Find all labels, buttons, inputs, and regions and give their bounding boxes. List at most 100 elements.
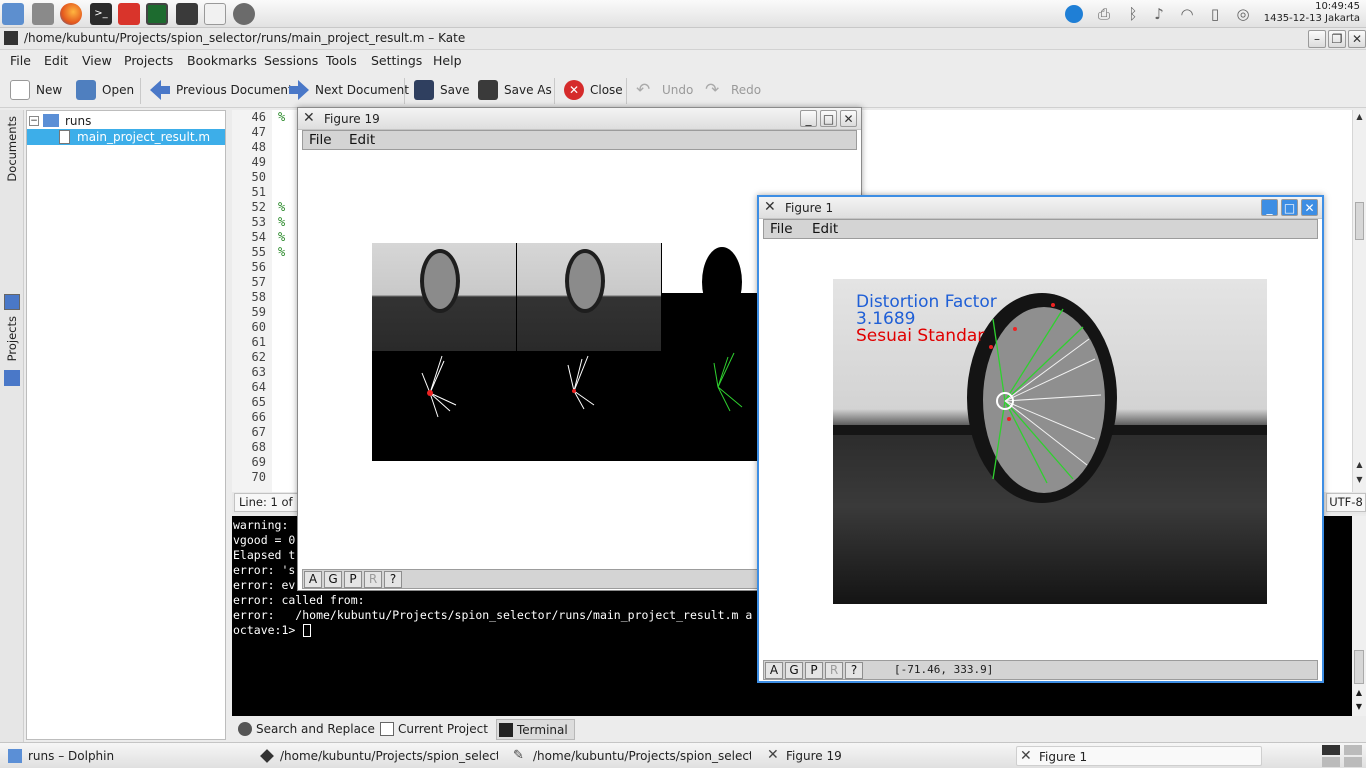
encoding-indicator[interactable]: UTF-8 — [1326, 493, 1366, 512]
menu-sessions[interactable]: Sessions — [264, 53, 318, 68]
menu-help[interactable]: Help — [433, 53, 462, 68]
tab-search-and-replace[interactable]: Search and Replace — [236, 719, 375, 740]
tab-documents[interactable]: Documents — [5, 116, 19, 182]
terminal-scrollbar[interactable]: ▲ ▼ — [1352, 516, 1366, 716]
autoscale-button[interactable]: A — [304, 571, 322, 588]
pager-desktop-4[interactable] — [1344, 757, 1362, 767]
wifi-tray-icon[interactable]: ◠ — [1178, 5, 1196, 23]
terminal-line: Elapsed t — [233, 548, 296, 562]
menu-view[interactable]: View — [82, 53, 112, 68]
volume-tray-icon[interactable]: ♪ — [1150, 5, 1168, 23]
save-button[interactable]: Save — [414, 78, 469, 102]
pager-desktop-1[interactable] — [1322, 745, 1340, 755]
updates-tray-icon[interactable] — [1065, 5, 1083, 23]
figure-1-menu-edit[interactable]: Edit — [812, 221, 838, 237]
octave-launcher-icon[interactable] — [176, 3, 198, 25]
task-figure-1[interactable]: ✕ Figure 1 — [1016, 746, 1262, 766]
menu-settings[interactable]: Settings — [371, 53, 422, 68]
tree-folder-runs[interactable]: − runs — [27, 113, 225, 129]
toolbar-separator — [554, 78, 555, 104]
maximize-button[interactable]: □ — [820, 110, 837, 127]
help-button[interactable]: ? — [384, 571, 402, 588]
undo-button[interactable]: ↶ Undo — [636, 78, 693, 102]
printer-tray-icon[interactable]: ⎙ — [1095, 5, 1113, 23]
terminal-scroll-thumb[interactable] — [1354, 650, 1364, 684]
terminal-launcher-icon[interactable]: >_ — [90, 3, 112, 25]
tab-projects[interactable]: Projects — [5, 316, 19, 361]
figure-1-titlebar[interactable]: ✕ Figure 1 _ □ ✕ — [759, 197, 1322, 219]
menu-projects[interactable]: Projects — [124, 53, 173, 68]
maximize-button[interactable]: □ — [1281, 199, 1298, 216]
minimize-button[interactable]: _ — [1261, 199, 1278, 216]
task-kate-2-label: /home/kubuntu/Projects/spion_select — [533, 749, 751, 763]
pan-button[interactable]: P — [805, 662, 823, 679]
scroll-up-icon[interactable]: ▲ — [1353, 688, 1365, 700]
maximize-button[interactable]: ❐ — [1328, 30, 1346, 48]
comment-marker: % — [278, 110, 286, 124]
tab-terminal[interactable]: Terminal — [496, 719, 575, 740]
firefox-launcher-icon[interactable] — [60, 3, 82, 25]
menu-tools[interactable]: Tools — [326, 53, 357, 68]
network-tray-icon[interactable]: ◎ — [1234, 5, 1252, 23]
scroll-up-icon[interactable]: ▲ — [1354, 112, 1365, 124]
pager-desktop-2[interactable] — [1344, 745, 1362, 755]
pager-desktop-3[interactable] — [1322, 757, 1340, 767]
pdf-reader-launcher-icon[interactable] — [118, 3, 140, 25]
task-kate-1[interactable]: /home/kubuntu/Projects/spion_select — [258, 746, 498, 766]
collapse-toggle-icon[interactable]: − — [29, 116, 39, 126]
editor-vertical-scrollbar[interactable]: ▲ ▲ ▼ — [1352, 110, 1366, 492]
grid-button[interactable]: G — [324, 571, 342, 588]
figure-1-window[interactable]: ✕ Figure 1 _ □ ✕ File Edit Distortion Fa… — [757, 195, 1324, 683]
figure-19-menu-file[interactable]: File — [309, 132, 332, 148]
task-kate-2[interactable]: ✎ /home/kubuntu/Projects/spion_select — [511, 746, 751, 766]
terminal-cursor — [303, 624, 311, 637]
system-monitor-launcher-icon[interactable] — [146, 3, 168, 25]
close-window-button[interactable]: ✕ — [1301, 199, 1318, 216]
next-document-button[interactable]: Next Document — [289, 78, 409, 102]
menu-edit[interactable]: Edit — [44, 53, 68, 68]
scroll-down-icon[interactable]: ▼ — [1353, 702, 1365, 714]
save-as-button[interactable]: Save As — [478, 78, 552, 102]
bluetooth-tray-icon[interactable]: ᛒ — [1124, 5, 1142, 23]
x-window-icon: ✕ — [1020, 748, 1032, 764]
rotate-button[interactable]: R — [825, 662, 843, 679]
grid-button[interactable]: G — [785, 662, 803, 679]
minimize-button[interactable]: _ — [800, 110, 817, 127]
autoscale-button[interactable]: A — [765, 662, 783, 679]
text-editor-launcher-icon[interactable] — [204, 3, 226, 25]
webcam-launcher-icon[interactable] — [233, 3, 255, 25]
figure-1-toolbar: A G P R ? [-71.46, 333.9] — [763, 660, 1318, 680]
menu-file[interactable]: File — [10, 53, 31, 68]
close-button[interactable]: ✕ Close — [564, 78, 623, 102]
application-menu-icon[interactable] — [2, 3, 24, 25]
close-window-button[interactable]: ✕ — [1348, 30, 1366, 48]
projects-tab-icon[interactable] — [4, 370, 20, 386]
editor-scroll-thumb[interactable] — [1355, 202, 1364, 240]
figure-19-titlebar[interactable]: ✕ Figure 19 _ □ ✕ — [298, 108, 861, 130]
close-window-button[interactable]: ✕ — [840, 110, 857, 127]
task-dolphin[interactable]: runs – Dolphin — [6, 746, 246, 766]
previous-document-button[interactable]: Previous Document — [150, 78, 293, 102]
battery-tray-icon[interactable]: ▯ — [1206, 5, 1224, 23]
minimize-button[interactable]: – — [1308, 30, 1326, 48]
redo-button[interactable]: ↷ Redo — [705, 78, 761, 102]
new-button[interactable]: New — [10, 78, 62, 102]
kate-app-icon[interactable] — [4, 31, 18, 45]
tree-file-main-project-result[interactable]: main_project_result.m — [27, 129, 225, 145]
task-figure-19[interactable]: ✕ Figure 19 — [764, 746, 1004, 766]
tab-current-project[interactable]: Current Project — [378, 719, 488, 740]
pan-button[interactable]: P — [344, 571, 362, 588]
edge-point — [1007, 417, 1011, 421]
x-window-icon: ✕ — [767, 747, 779, 763]
figure-1-menu-file[interactable]: File — [770, 221, 793, 237]
figure-19-menu-edit[interactable]: Edit — [349, 132, 375, 148]
menu-bookmarks[interactable]: Bookmarks — [187, 53, 257, 68]
scroll-up-icon[interactable]: ▲ — [1354, 460, 1365, 472]
clock[interactable]: 10:49:45 1435-12-13 Jakarta — [1264, 1, 1360, 25]
scroll-down-icon[interactable]: ▼ — [1354, 475, 1365, 487]
tools-launcher-icon[interactable] — [32, 3, 54, 25]
documents-tab-icon[interactable] — [4, 294, 20, 310]
open-button[interactable]: Open — [76, 78, 134, 102]
rotate-button[interactable]: R — [364, 571, 382, 588]
help-button[interactable]: ? — [845, 662, 863, 679]
